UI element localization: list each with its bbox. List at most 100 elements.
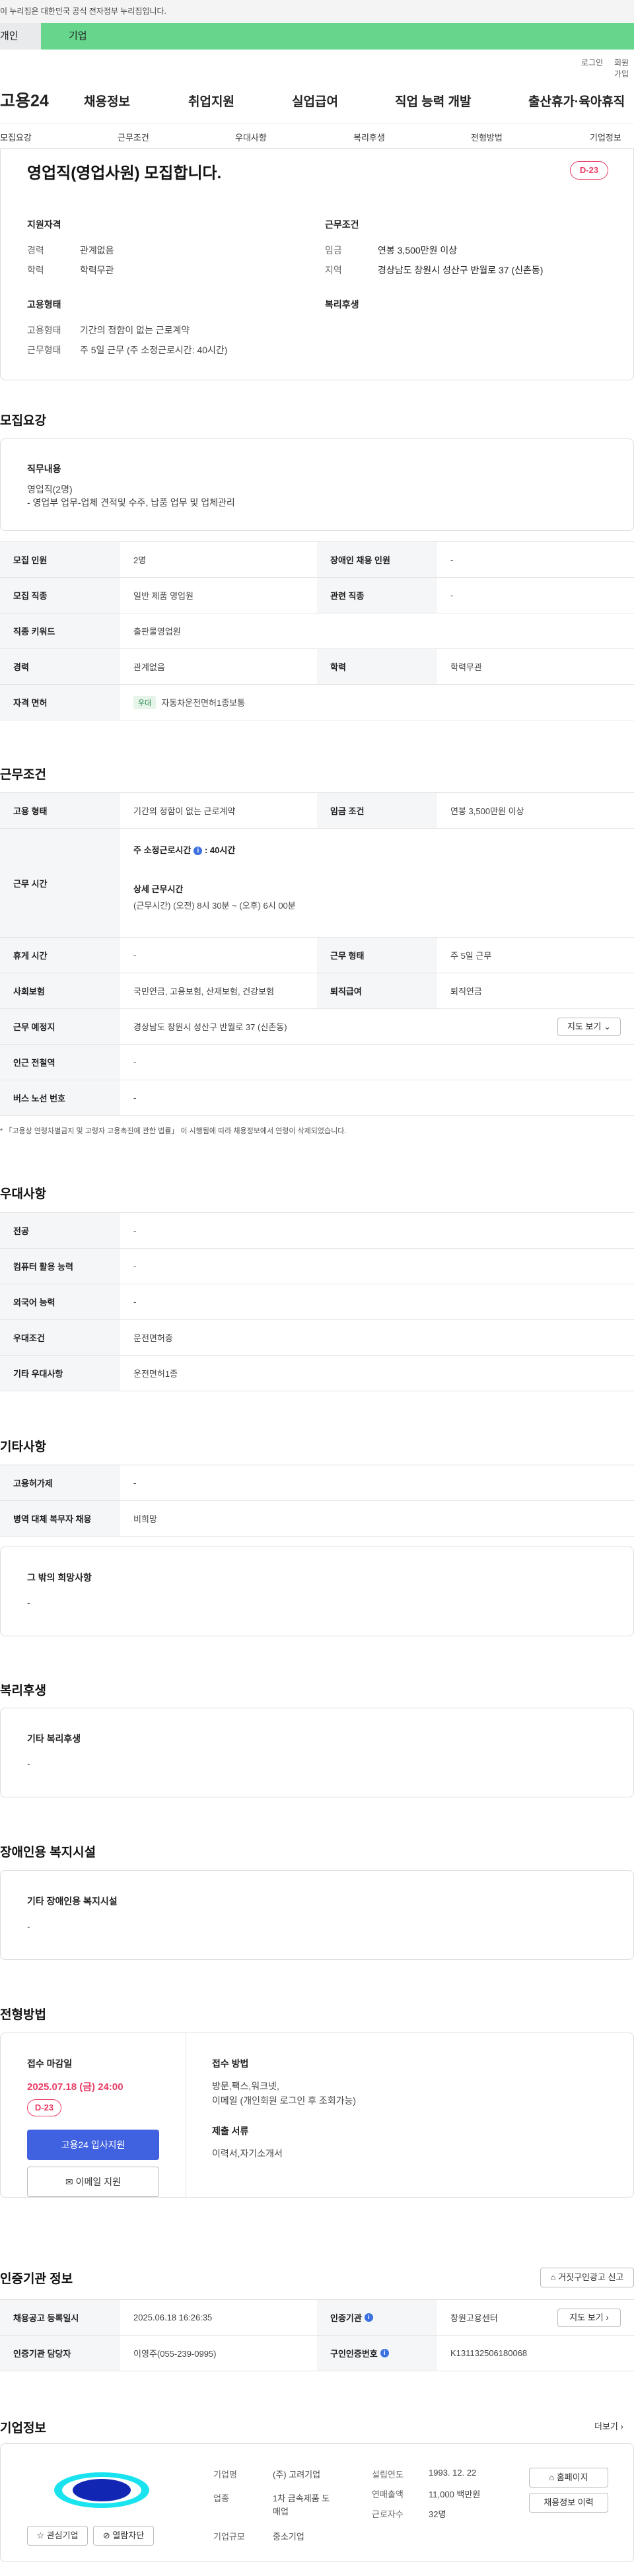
section-nav-conditions[interactable]: 근무조건 [118,131,149,143]
table-value: - [450,555,454,565]
table-row: 고용허가제 - [0,1465,634,1501]
conditions-heading: 근무조건 [0,768,46,782]
tab-personal[interactable]: 개인 [0,23,41,50]
table-row: 전공 - [0,1213,634,1249]
nav-jobs[interactable]: 채용정보 [84,92,130,110]
founded-value: 1993. 12. 22 [429,2468,477,2478]
table-key: 전공 [0,1213,120,1248]
table-key: 채용공고 등록일시 [0,2300,120,2335]
table-row: 외국어 능력 - [0,1284,634,1320]
table-value: 운전면허증 [133,1333,173,1343]
company-size-key: 기업규모 [213,2532,245,2542]
table-row: 근무 예정지 경상남도 창원시 성산구 반월로 37 (신촌동) 지도 보기 ⌄ [0,1009,634,1045]
nav-unemployment-benefits[interactable]: 실업급여 [292,92,338,110]
info-icon[interactable]: i [364,2313,373,2322]
chevron-right-icon: › [606,2313,609,2322]
nav-vocational-training[interactable]: 직업 능력 개발 [395,92,471,110]
edu-key: 학력 [27,265,44,275]
dday-badge: D-23 [27,2099,61,2116]
job-description-line1: 영업직(2명) [27,484,73,495]
tab-company[interactable]: 기업 [41,23,634,50]
section-nav-welfare[interactable]: 복리후생 [353,131,385,143]
chevron-right-icon: › [620,2421,623,2431]
summary-card: 영업직(영업사원) 모집합니다. D-23 지원자격 경력 관계없음 학력 학력… [0,149,634,380]
wage-value: 연봉 3,500만원 이상 [378,245,458,256]
location-value: 경상남도 창원시 성산구 반월로 37 (신촌동) [378,265,544,275]
table-row: 인근 전철역 - [0,1045,634,1080]
gov-banner-text: 이 누리집은 대한민국 공식 전자정부 누리집입니다. [0,7,166,16]
table-row: 사회보험 국민연금, 고용보험, 산재보험, 건강보험 퇴직급여 퇴직연금 [0,973,634,1009]
deadline-value: 2025.07.18 (금) 24:00 [27,2081,123,2093]
table-key: 기타 우대사항 [0,1356,120,1391]
table-value: - [133,1261,137,1271]
job-description-line2: - 영업부 업무-업체 견적및 수주, 납품 업무 및 업체관리 [27,497,235,508]
favorite-company-button[interactable]: ☆ 관심기업 [27,2526,88,2546]
workform-value: 주 5일 근무 (주 소정근로시간: 40시간) [80,345,228,355]
table-value: 퇴직연금 [450,987,482,996]
cert-map-button[interactable]: 지도 보기 › [557,2309,621,2327]
table-key: 퇴직급여 [317,973,437,1008]
table-key: 근무 시간 [0,829,120,937]
selection-heading: 전형방법 [0,2008,46,2022]
block-company-button[interactable]: ⊘ 열람차단 [93,2526,154,2546]
login-link[interactable]: 로그인 [581,57,603,68]
site-logo[interactable]: 고용24 [0,88,49,112]
table-row: 채용공고 등록일시 2025.06.18 16:26:35 인증기관 i 창원고용… [0,2300,634,2336]
chevron-down-icon: ⌄ [604,1022,611,1031]
workform-key: 근무형태 [27,345,61,355]
gov-banner: 이 누리집은 대한민국 공식 전자정부 누리집입니다. [0,0,634,23]
welfare-summary-title: 복리후생 [325,299,359,310]
table-row: 경력 관계없음 학력 학력무관 [0,649,634,685]
company-name-value: (주) 고려기업 [273,2470,321,2480]
report-button[interactable]: ⌂ 거짓구인광고 신고 [540,2268,634,2287]
welfare-value: - [27,1758,30,1769]
global-nav: 고용24 채용정보 취업지원 실업급여 직업 능력 개발 출산휴가·육아휴직 [0,76,634,123]
nav-employment-support[interactable]: 취업지원 [188,92,234,110]
more-link[interactable]: 더보기 › [594,2419,623,2432]
table-value: 2명 [133,555,147,565]
detail-hours-title: 상세 근무시간 [133,884,184,894]
table-value: 주 5일 근무 [450,951,492,961]
user-type-tabs: 개인 기업 [0,23,634,50]
table-value: 연봉 3,500만원 이상 [450,806,524,816]
section-nav-company[interactable]: 기업정보 [590,131,621,143]
info-icon[interactable]: i [194,847,203,856]
table-key: 버스 노선 번호 [0,1080,120,1115]
more-link-label: 더보기 [594,2421,618,2431]
industry-value-line2: 매업 [273,2507,289,2517]
table-key: 임금 조건 [317,793,437,828]
job-history-button[interactable]: 채용정보 이력 [529,2493,608,2513]
prefer-tag: 우대 [133,695,157,709]
homepage-button[interactable]: ⌂ 홈페이지 [529,2468,608,2488]
qualification-title: 지원자격 [27,219,61,230]
block-label: 열람차단 [112,2530,145,2540]
email-apply-button[interactable]: ✉ 이메일 지원 [27,2167,159,2197]
table-key: 모집 직종 [0,578,120,613]
table-value: 기간의 정함이 없는 근로계약 [133,806,236,816]
recruit-heading: 모집요강 [0,414,46,428]
section-nav-prefer[interactable]: 우대사항 [235,131,267,143]
map-button[interactable]: 지도 보기 ⌄ [557,1018,621,1036]
welfare-box: 기타 복리후생 - [0,1708,634,1797]
info-icon[interactable]: i [380,2349,389,2357]
table-key: 사회보험 [0,973,120,1008]
table-value: 비희망 [133,1514,157,1524]
company-size-value: 중소기업 [273,2532,304,2542]
map-button-label: 지도 보기 [567,1022,602,1031]
table-key: 경력 [0,649,120,684]
apply-button[interactable]: 고용24 입사지원 [27,2130,159,2160]
cert-heading: 인증기관 정보 [0,2272,73,2286]
job-title: 영업직(영업사원) 모집합니다. [27,164,222,182]
home-icon: ⌂ [549,2472,555,2482]
table-value: 관계없음 [133,662,165,672]
nav-parental-leave[interactable]: 출산휴가·육아휴직 [528,92,625,110]
job-description-title: 직무내용 [27,464,61,474]
table-row: 버스 노선 번호 - [0,1080,634,1116]
deadline-title: 접수 마감일 [27,2058,73,2069]
table-key: 학력 [317,649,437,684]
prefer-table: 전공 - 컴퓨터 활용 능력 - 외국어 능력 - 우대조건 운전면허증 기타 우대사항… [0,1212,634,1391]
section-nav-selection[interactable]: 전형방법 [471,131,503,143]
section-nav-recruit[interactable]: 모집요강 [0,131,32,143]
facility-title: 기타 장애인용 복지시설 [27,1896,118,1906]
table-value: 학력무관 [450,662,482,672]
